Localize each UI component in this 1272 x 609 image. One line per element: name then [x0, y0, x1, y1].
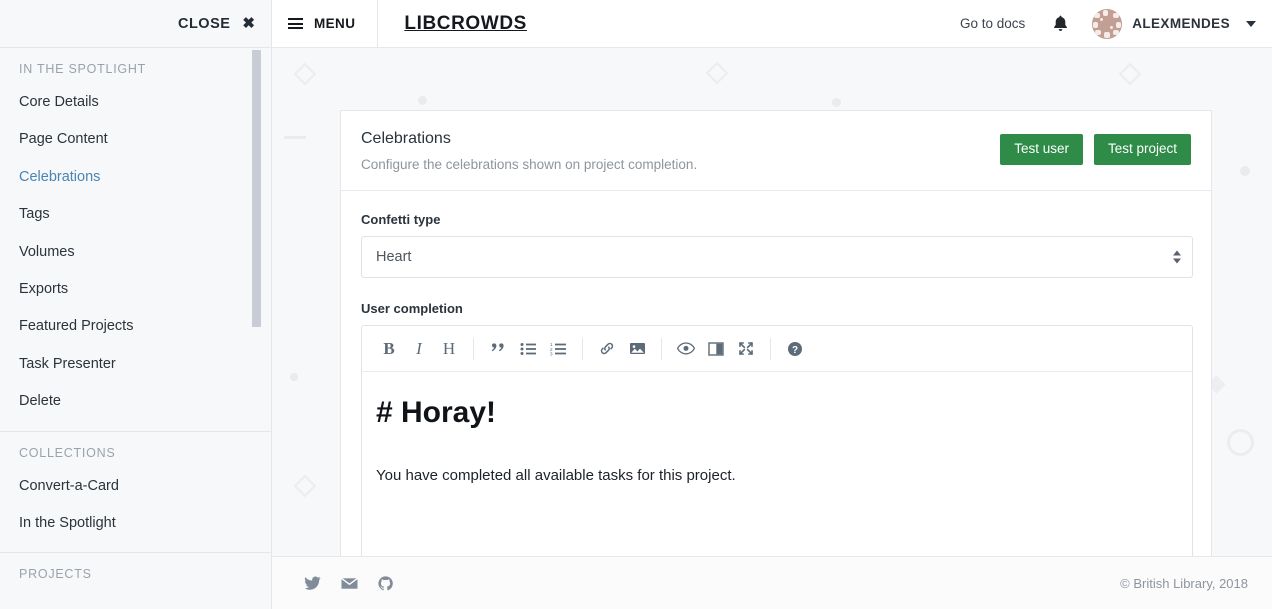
bg-diamond-icon	[294, 475, 317, 498]
avatar	[1092, 9, 1122, 39]
test-project-button[interactable]: Test project	[1094, 134, 1191, 165]
bg-dot-icon	[290, 373, 298, 381]
help-icon[interactable]: ?	[780, 334, 810, 364]
brand-logo[interactable]: LIBCROWDS	[378, 13, 527, 35]
username-label: ALEXMENDES	[1132, 16, 1230, 31]
side-by-side-icon[interactable]	[701, 334, 731, 364]
close-x-icon: ✖	[242, 16, 255, 31]
sidebar-item-page-content[interactable]: Page Content	[0, 121, 271, 158]
sidebar-item-celebrations[interactable]: Celebrations	[0, 159, 271, 196]
test-user-button[interactable]: Test user	[1000, 134, 1083, 165]
svg-text:?: ?	[792, 345, 798, 356]
app-root: MENU LIBCROWDS Go to docs	[0, 0, 1272, 609]
link-icon[interactable]	[592, 334, 622, 364]
sidebar-item-in-the-spotlight[interactable]: In the Spotlight	[0, 505, 271, 542]
sidebar-item-featured-projects[interactable]: Featured Projects	[0, 308, 271, 345]
github-link[interactable]	[378, 576, 393, 591]
navbar-right-group: Go to docs	[946, 0, 1272, 48]
editor-paragraph-line: You have completed all available tasks f…	[376, 465, 1178, 486]
sidebar-item-tags[interactable]: Tags	[0, 196, 271, 233]
sidebar-scrollbar-thumb[interactable]	[252, 50, 261, 327]
card-header: Celebrations Configure the celebrations …	[341, 111, 1211, 191]
confetti-type-value: Heart	[361, 236, 1193, 278]
fullscreen-icon[interactable]	[731, 334, 761, 364]
sidebar-group-title: PROJECTS	[0, 553, 271, 589]
quote-icon[interactable]	[483, 334, 513, 364]
bg-dash-icon	[284, 136, 306, 139]
ordered-list-icon[interactable]: 1 2 3	[543, 334, 573, 364]
bell-icon	[1053, 15, 1068, 32]
menu-button[interactable]: MENU	[272, 0, 378, 48]
sidebar-group-title: IN THE SPOTLIGHT	[0, 48, 271, 84]
celebrations-card: Celebrations Configure the celebrations …	[340, 110, 1212, 557]
twitter-icon	[304, 576, 321, 591]
card-actions: Test user Test project	[1000, 134, 1191, 165]
bg-diamond-icon	[1119, 63, 1142, 86]
sidebar-item-delete[interactable]: Delete	[0, 383, 271, 420]
github-icon	[378, 576, 393, 591]
sidebar-item-convert-a-card[interactable]: Convert-a-Card	[0, 468, 271, 505]
sidebar: CLOSE ✖ IN THE SPOTLIGHT Core Details Pa…	[0, 0, 272, 609]
unordered-list-icon[interactable]	[513, 334, 543, 364]
bg-dot-icon	[418, 96, 427, 105]
svg-text:3: 3	[550, 351, 553, 356]
markdown-editor: B I H	[361, 325, 1193, 557]
confetti-type-select[interactable]: Heart	[361, 236, 1193, 278]
toolbar-divider	[473, 338, 474, 360]
sidebar-scroll-area: IN THE SPOTLIGHT Core Details Page Conte…	[0, 48, 271, 609]
bg-diamond-icon	[294, 63, 317, 86]
user-completion-label: User completion	[361, 301, 1191, 316]
bg-dot-icon	[832, 98, 841, 107]
preview-eye-icon[interactable]	[671, 334, 701, 364]
editor-content-area[interactable]: # Horay! You have completed all availabl…	[362, 372, 1192, 557]
menu-button-label: MENU	[314, 16, 355, 31]
page-footer: © British Library, 2018	[272, 556, 1272, 609]
toolbar-divider	[582, 338, 583, 360]
italic-icon[interactable]: I	[404, 334, 434, 364]
heading-icon[interactable]: H	[434, 334, 464, 364]
chevron-down-icon	[1246, 21, 1256, 27]
email-link[interactable]	[341, 577, 358, 590]
bg-diamond-icon	[706, 62, 729, 85]
sidebar-close-label: CLOSE	[178, 16, 230, 32]
go-to-docs-link[interactable]: Go to docs	[946, 16, 1039, 31]
card-body: Confetti type Heart User completion B I …	[341, 191, 1211, 557]
editor-heading-line: # Horay!	[376, 396, 1178, 431]
confetti-type-label: Confetti type	[361, 212, 1191, 227]
user-menu[interactable]: ALEXMENDES	[1082, 9, 1256, 39]
sidebar-item-core-details[interactable]: Core Details	[0, 84, 271, 121]
bg-ring-icon	[1227, 429, 1254, 456]
sidebar-scrollbar[interactable]	[257, 48, 266, 609]
notifications-button[interactable]	[1039, 15, 1082, 32]
bold-icon[interactable]: B	[374, 334, 404, 364]
toolbar-divider	[661, 338, 662, 360]
select-spinner-icon	[1173, 251, 1181, 264]
sidebar-item-exports[interactable]: Exports	[0, 271, 271, 308]
twitter-link[interactable]	[304, 576, 321, 591]
sidebar-group-title: COLLECTIONS	[0, 432, 271, 468]
email-icon	[341, 577, 358, 590]
image-icon[interactable]	[622, 334, 652, 364]
sidebar-close-button[interactable]: CLOSE ✖	[0, 0, 271, 48]
footer-social-links	[272, 576, 393, 591]
bg-dot-icon	[1240, 166, 1250, 176]
sidebar-item-volumes[interactable]: Volumes	[0, 234, 271, 271]
footer-copyright: © British Library, 2018	[1120, 576, 1272, 591]
top-navbar: MENU LIBCROWDS Go to docs	[272, 0, 1272, 48]
editor-toolbar: B I H	[362, 326, 1192, 372]
hamburger-icon	[288, 18, 303, 29]
toolbar-divider	[770, 338, 771, 360]
sidebar-item-task-presenter[interactable]: Task Presenter	[0, 346, 271, 383]
